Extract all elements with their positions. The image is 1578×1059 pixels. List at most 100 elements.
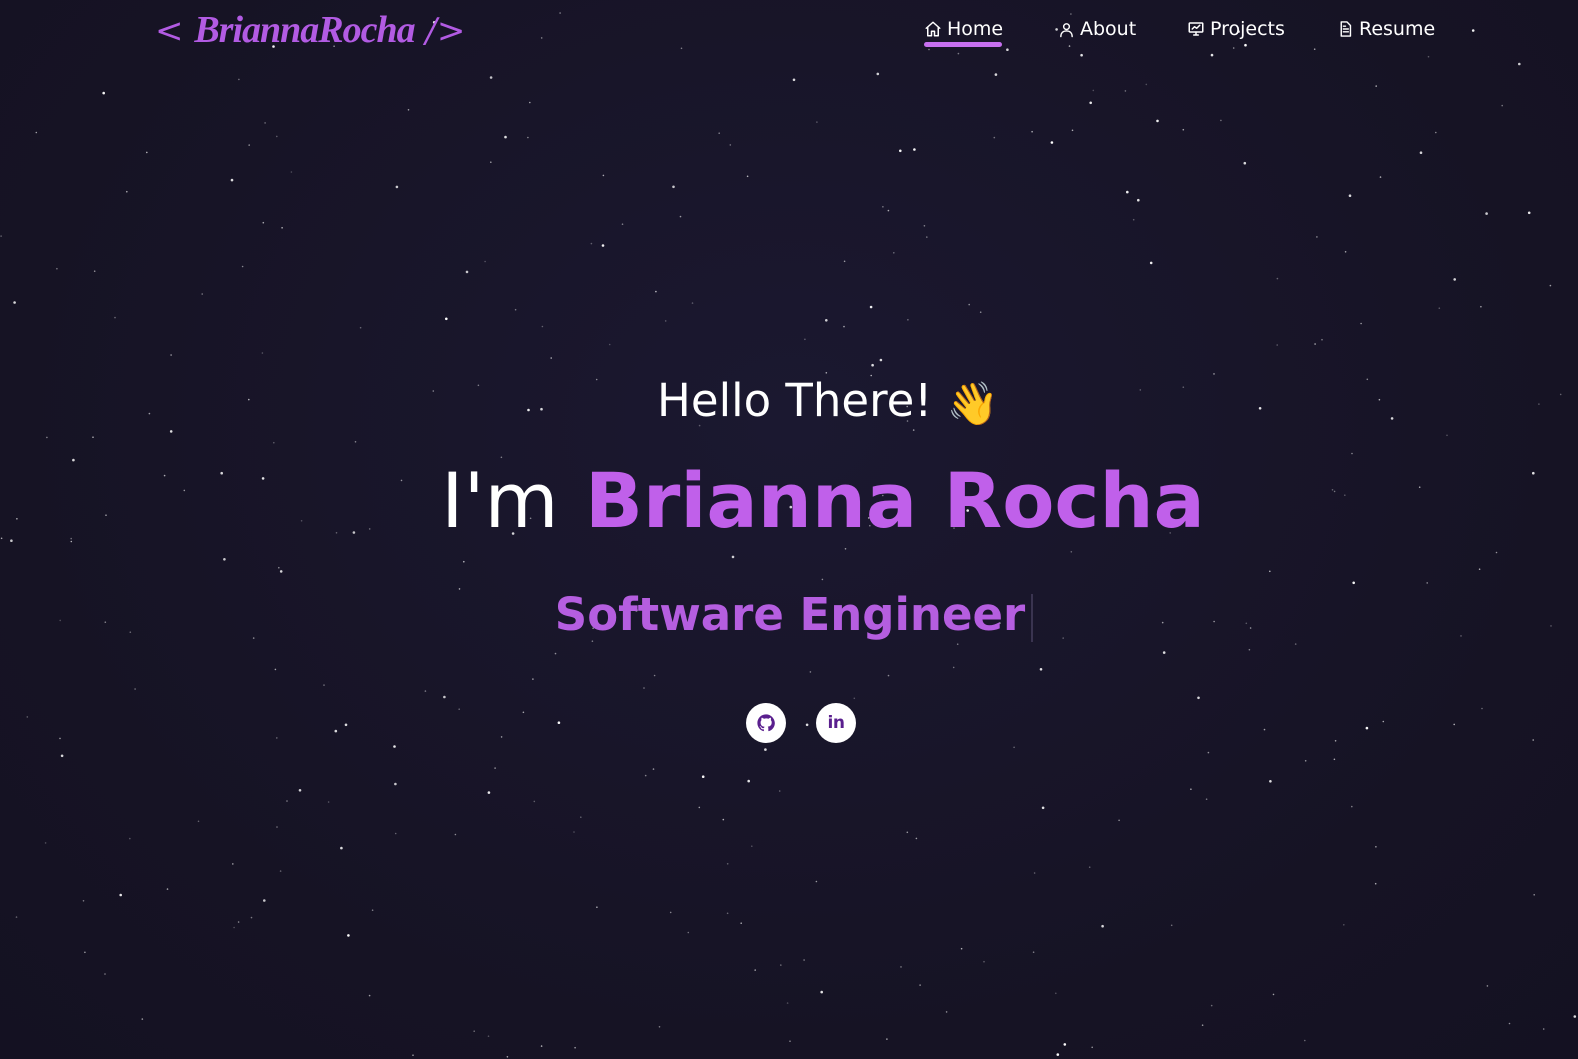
github-link[interactable]: [746, 703, 786, 743]
star: [454, 833, 457, 836]
star: [960, 947, 963, 950]
nav-item-resume[interactable]: Resume: [1337, 14, 1435, 44]
star: [541, 325, 544, 328]
star: [1243, 161, 1247, 165]
star: [92, 436, 94, 439]
star: [809, 671, 812, 673]
star: [1435, 131, 1437, 134]
nav-item-about[interactable]: About: [1058, 14, 1136, 44]
star: [532, 678, 534, 680]
star: [887, 209, 890, 212]
star: [1360, 322, 1362, 325]
star: [764, 748, 767, 751]
star: [786, 1002, 789, 1004]
star: [557, 721, 561, 724]
star: [1272, 993, 1275, 996]
star: [60, 754, 64, 758]
star: [653, 674, 656, 677]
star: [1070, 551, 1073, 553]
star: [223, 558, 226, 561]
star: [1379, 176, 1382, 178]
nav-item-projects[interactable]: Projects: [1187, 14, 1285, 44]
star: [170, 354, 172, 356]
star: [968, 303, 970, 306]
star: [1304, 1039, 1306, 1042]
star: [250, 916, 253, 919]
star: [746, 175, 749, 178]
star: [281, 227, 283, 229]
star: [718, 132, 720, 134]
star: [241, 265, 244, 268]
star: [371, 909, 374, 911]
star: [687, 931, 690, 934]
star: [494, 767, 496, 769]
star: [1374, 882, 1377, 885]
star: [458, 708, 461, 710]
star: [886, 1038, 888, 1040]
star: [114, 316, 116, 319]
star: [334, 729, 338, 733]
star: [669, 911, 672, 914]
star: [59, 737, 61, 740]
typewriter-role: Software Engineer: [0, 588, 1578, 642]
star: [261, 352, 264, 354]
wave-emoji: 👋: [946, 379, 999, 428]
github-icon: [757, 714, 775, 732]
star: [993, 136, 996, 139]
star: [1480, 305, 1482, 308]
site-logo[interactable]: < BriannaRocha />: [155, 8, 465, 52]
star: [747, 779, 750, 783]
star: [979, 311, 982, 314]
star: [1348, 194, 1352, 197]
star: [286, 800, 288, 802]
star: [1375, 85, 1377, 87]
star: [276, 135, 278, 138]
star: [1446, 434, 1448, 437]
star: [35, 131, 38, 134]
star: [1071, 129, 1074, 132]
presentation-icon: [1188, 22, 1204, 36]
star: [1124, 90, 1127, 92]
linkedin-link[interactable]: in: [816, 703, 856, 743]
star: [915, 837, 918, 840]
nav-label-resume: Resume: [1359, 18, 1436, 40]
star: [1478, 568, 1481, 570]
star: [276, 826, 278, 828]
star: [13, 301, 16, 304]
star: [354, 441, 357, 443]
star: [1276, 277, 1279, 280]
nav-item-home[interactable]: Home: [924, 14, 1003, 47]
star: [146, 151, 148, 154]
star: [644, 774, 647, 777]
star: [1549, 284, 1552, 287]
star: [573, 831, 575, 833]
star: [368, 994, 371, 997]
star: [1542, 1028, 1545, 1030]
star: [1050, 141, 1054, 144]
star: [1269, 570, 1271, 573]
star: [1481, 707, 1483, 710]
star: [248, 144, 250, 146]
star: [919, 984, 921, 986]
home-icon: [925, 21, 941, 37]
star: [740, 922, 742, 924]
star: [1092, 89, 1095, 92]
star: [104, 973, 106, 975]
star: [879, 358, 883, 362]
star: [899, 149, 902, 153]
star: [1220, 119, 1222, 122]
star: [789, 1040, 791, 1042]
star: [1145, 83, 1148, 86]
star: [1201, 1024, 1204, 1026]
logo-name: BriannaRocha: [194, 9, 415, 51]
star: [489, 76, 493, 79]
star: [1156, 119, 1159, 123]
star: [608, 343, 611, 346]
star: [84, 951, 86, 954]
star: [672, 185, 675, 189]
star: [1351, 805, 1353, 808]
star: [1207, 751, 1210, 754]
star: [731, 555, 735, 559]
star: [780, 964, 782, 966]
star: [1343, 924, 1345, 926]
